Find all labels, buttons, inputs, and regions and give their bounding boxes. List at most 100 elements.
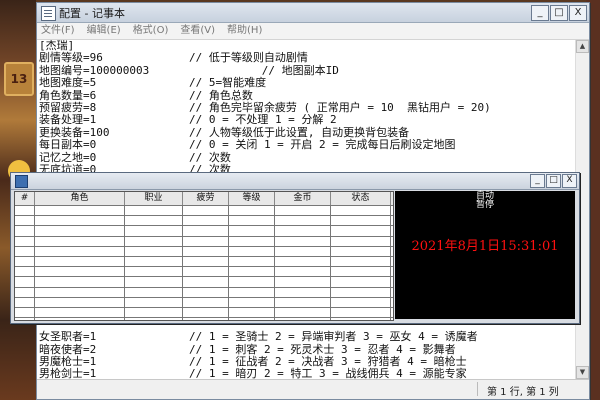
table-cell (125, 236, 183, 246)
table-cell (183, 307, 229, 318)
table-row[interactable] (15, 277, 393, 288)
table-cell (331, 277, 391, 287)
menu-edit[interactable]: 编辑(E) (87, 23, 121, 39)
table-row[interactable] (15, 206, 393, 217)
table-row[interactable] (15, 307, 393, 319)
table-cell (331, 246, 391, 256)
table-cell (331, 226, 391, 236)
window-title: 配置 - 记事本 (59, 7, 125, 20)
table-cell (229, 297, 275, 307)
menu-bar: 文件(F) 编辑(E) 格式(O) 查看(V) 帮助(H) (37, 23, 589, 40)
table-cell (183, 256, 229, 267)
table-cell (183, 246, 229, 256)
tool-maximize-button[interactable]: □ (546, 174, 561, 188)
minimize-button[interactable]: _ (531, 5, 549, 21)
table-cell (275, 246, 331, 256)
table-cell (125, 267, 183, 277)
table-cell (35, 277, 125, 287)
table-row[interactable] (15, 236, 393, 247)
table-cell (229, 287, 275, 297)
table-cell (183, 206, 229, 216)
table-cell (15, 206, 35, 216)
menu-format[interactable]: 格式(O) (133, 23, 169, 39)
table-row[interactable] (15, 246, 393, 257)
table-cell (275, 256, 331, 267)
col-header-status[interactable]: 状态 (331, 192, 391, 205)
table-cell (183, 226, 229, 236)
table-cell (35, 246, 125, 256)
table-cell (125, 297, 183, 307)
table-cell (35, 206, 125, 216)
table-cell (275, 216, 331, 226)
text-line: 装备处理=1 // 0 = 不处理 1 = 分解 2 (39, 113, 337, 127)
table-row[interactable] (15, 216, 393, 227)
maximize-button[interactable]: □ (550, 5, 568, 21)
menu-view[interactable]: 查看(V) (180, 23, 215, 39)
tool-minimize-button[interactable]: _ (530, 174, 545, 188)
col-header-fatigue[interactable]: 疲劳 (183, 192, 229, 205)
table-cell (183, 277, 229, 287)
table-cell (183, 236, 229, 246)
table-cell (275, 318, 331, 320)
table-row[interactable] (15, 256, 393, 268)
table-cell (35, 226, 125, 236)
scroll-down-icon[interactable]: ▼ (576, 366, 589, 379)
table-cell (275, 297, 331, 307)
table-cell (275, 287, 331, 297)
tool-app-icon (15, 175, 28, 188)
table-cell (15, 307, 35, 318)
bot-tool-window: _ □ X # 角色 职业 疲劳 等级 金币 状态 自动 暂停 2021年8月1… (10, 172, 580, 324)
notepad-title-bar[interactable]: 配置 - 记事本 _ □ X (37, 3, 589, 23)
pause-button[interactable]: 暂停 (395, 201, 575, 210)
table-cell (275, 307, 331, 318)
scroll-up-icon[interactable]: ▲ (576, 40, 589, 53)
close-button[interactable]: X (569, 5, 587, 21)
table-row[interactable] (15, 267, 393, 278)
table-cell (15, 297, 35, 307)
table-row[interactable] (15, 318, 393, 320)
table-row[interactable] (15, 287, 393, 298)
table-cell (331, 236, 391, 246)
status-separator (477, 382, 478, 396)
table-cell (35, 256, 125, 267)
table-cell (125, 277, 183, 287)
table-cell (125, 287, 183, 297)
col-header-index[interactable]: # (15, 192, 35, 205)
table-cell (15, 236, 35, 246)
table-cell (15, 277, 35, 287)
grid-header: # 角色 职业 疲劳 等级 金币 状态 (15, 192, 393, 206)
game-sign: 13 (4, 62, 34, 96)
text-line: 女圣职者=1 // 1 = 圣骑士 2 = 异端审判者 3 = 巫女 4 = 诱… (39, 330, 478, 344)
menu-file[interactable]: 文件(F) (41, 23, 75, 39)
table-cell (125, 307, 183, 318)
table-cell (275, 267, 331, 277)
status-bar: 第 1 行, 第 1 列 (37, 379, 589, 399)
col-header-character[interactable]: 角色 (35, 192, 125, 205)
datetime-display: 2021年8月1日15:31:01 (411, 239, 559, 254)
table-cell (15, 318, 35, 320)
table-cell (183, 287, 229, 297)
table-cell (15, 267, 35, 277)
table-cell (331, 267, 391, 277)
table-cell (229, 256, 275, 267)
table-cell (229, 318, 275, 320)
table-row[interactable] (15, 226, 393, 237)
tool-title-bar[interactable]: _ □ X (11, 173, 579, 190)
table-cell (331, 216, 391, 226)
table-cell (125, 216, 183, 226)
text-line: 男枪剑士=1 // 1 = 暗刃 2 = 特工 3 = 战线佣兵 4 = 源能专… (39, 367, 467, 379)
table-cell (15, 216, 35, 226)
col-header-gold[interactable]: 金币 (275, 192, 331, 205)
character-grid[interactable]: # 角色 职业 疲劳 等级 金币 状态 (14, 191, 394, 321)
table-cell (15, 256, 35, 267)
table-row[interactable] (15, 297, 393, 308)
menu-help[interactable]: 帮助(H) (227, 23, 262, 39)
tool-close-button[interactable]: X (562, 174, 577, 188)
table-cell (35, 287, 125, 297)
table-cell (183, 216, 229, 226)
table-cell (229, 236, 275, 246)
col-header-class[interactable]: 职业 (125, 192, 183, 205)
col-header-level[interactable]: 等级 (229, 192, 275, 205)
table-cell (331, 307, 391, 318)
table-cell (15, 287, 35, 297)
